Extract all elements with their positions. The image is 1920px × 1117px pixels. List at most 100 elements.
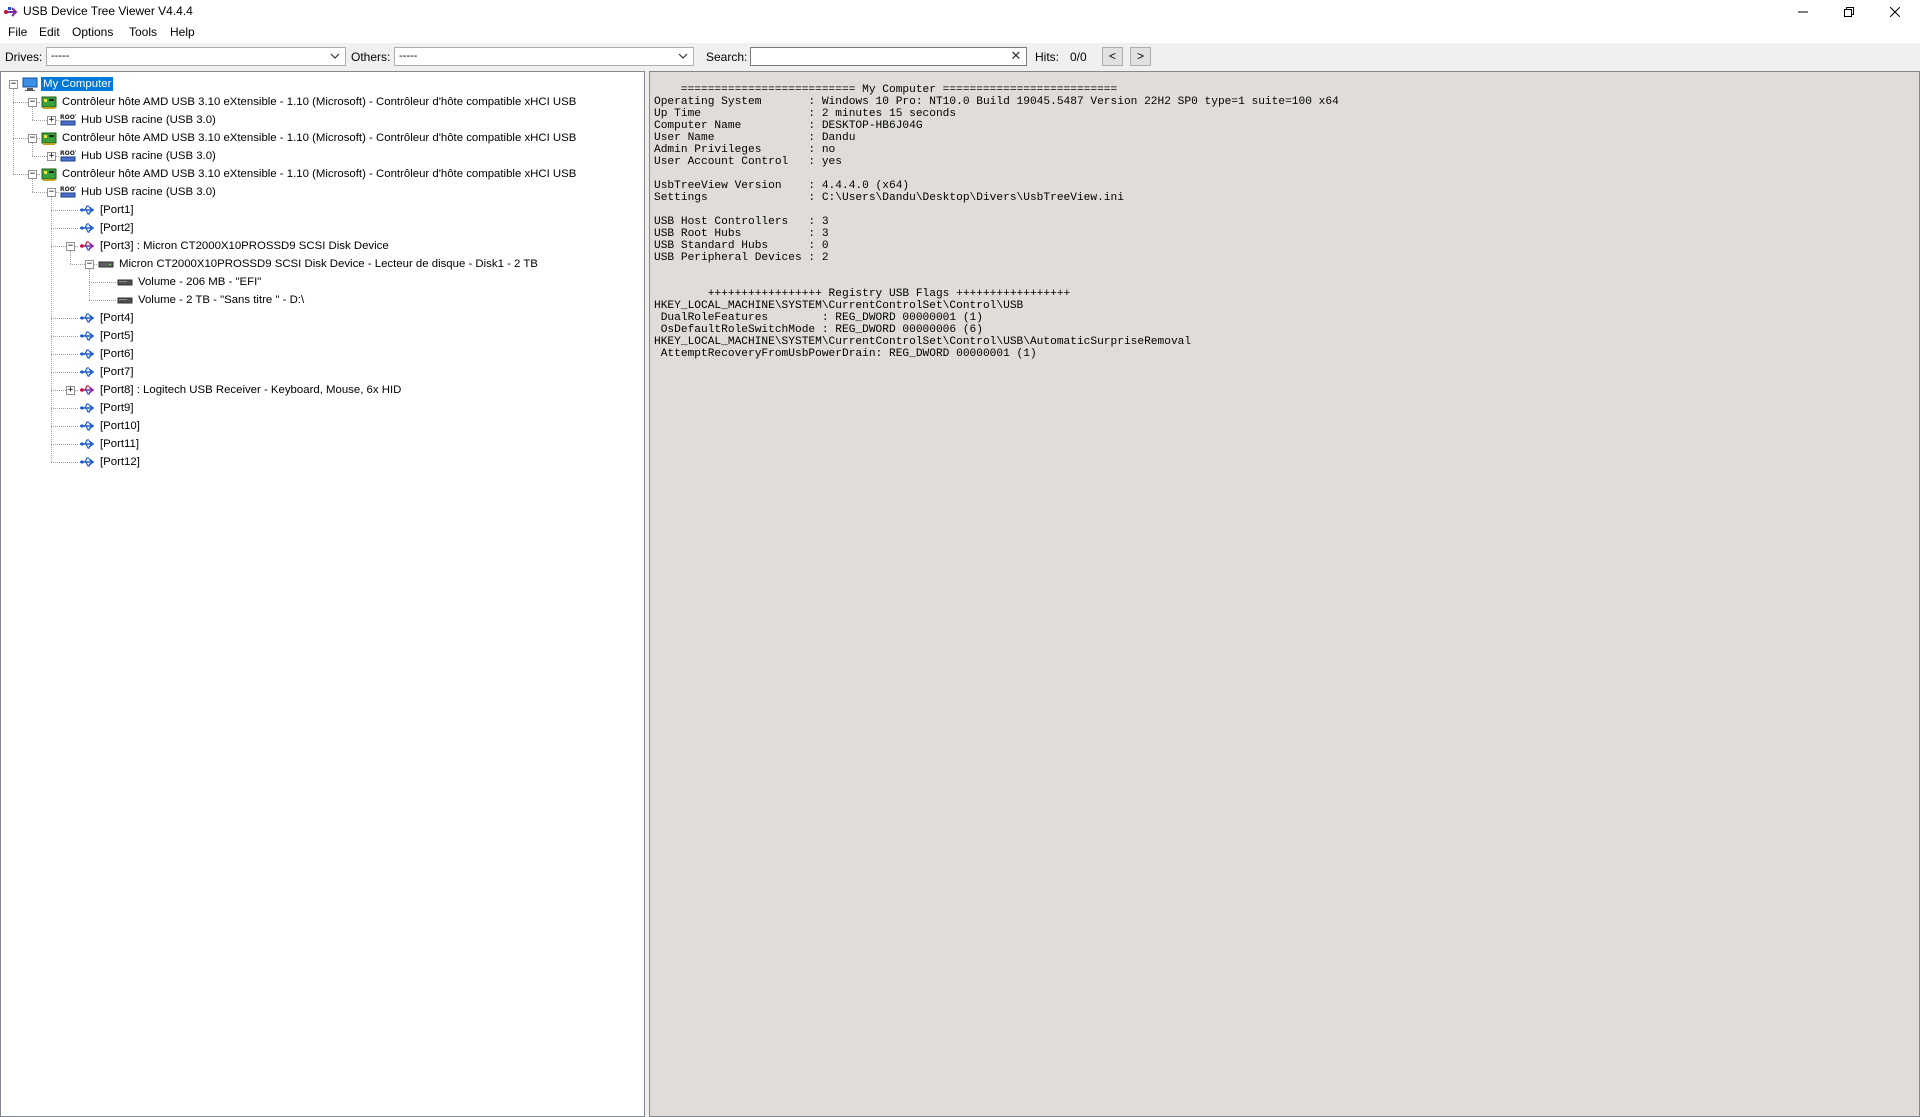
tree-node[interactable]: [Port12] — [79, 453, 142, 471]
menu-edit[interactable]: Edit — [39, 25, 60, 39]
tree-node[interactable]: [Port3] : Micron CT2000X10PROSSD9 SCSI D… — [79, 237, 391, 255]
tree-node-label: [Port6] — [100, 348, 134, 360]
window-title: USB Device Tree Viewer V4.4.4 — [23, 4, 193, 18]
drives-dropdown[interactable]: ----- — [46, 47, 346, 66]
tree-node-label: [Port7] — [100, 366, 134, 378]
tree-connector-line — [51, 192, 52, 462]
info-line: User Name : Dandu — [654, 132, 856, 144]
tree-node-label: Contrôleur hôte AMD USB 3.10 eXtensible … — [62, 168, 577, 180]
usb-port-icon — [80, 349, 95, 359]
usb-port-icon — [80, 367, 95, 377]
tree-node[interactable]: ROOT Hub USB racine (USB 3.0) — [60, 183, 218, 201]
menu-file[interactable]: File — [8, 25, 27, 39]
minimize-icon — [1798, 11, 1808, 12]
search-box[interactable]: ✕ — [750, 47, 1027, 66]
tree-node-label: Contrôleur hôte AMD USB 3.10 eXtensible … — [62, 132, 577, 144]
collapse-icon[interactable]: − — [28, 134, 37, 143]
expand-icon[interactable]: + — [47, 152, 56, 161]
hits-count: 0/0 — [1070, 50, 1087, 64]
info-line: OsDefaultRoleSwitchMode : REG_DWORD 0000… — [654, 324, 983, 336]
tree-node[interactable]: Contrôleur hôte AMD USB 3.10 eXtensible … — [41, 93, 578, 111]
tree-connector-line — [51, 408, 78, 409]
close-icon — [1890, 6, 1900, 17]
tree-node[interactable]: [Port7] — [79, 363, 136, 381]
tree-node[interactable]: ROOT Hub USB racine (USB 3.0) — [60, 147, 218, 165]
info-panel[interactable]: ========================== My Computer =… — [649, 71, 1920, 1117]
tree-node[interactable]: Micron CT2000X10PROSSD9 SCSI Disk Device… — [98, 255, 540, 273]
tree-node-label: [Port8] : Logitech USB Receiver - Keyboa… — [100, 384, 402, 396]
others-label: Others: — [351, 50, 391, 64]
tree-connector-line — [89, 300, 116, 301]
menu-tools[interactable]: Tools — [129, 25, 157, 39]
chevron-down-icon — [678, 53, 688, 59]
collapse-icon[interactable]: − — [47, 188, 56, 197]
tree-node[interactable]: Contrôleur hôte AMD USB 3.10 eXtensible … — [41, 129, 578, 147]
svg-text:ROOT: ROOT — [60, 186, 76, 193]
tree-node-label: [Port9] — [100, 402, 134, 414]
close-button[interactable] — [1872, 0, 1918, 23]
usb-port-icon — [80, 223, 95, 233]
tree-connector-line — [89, 282, 116, 283]
clear-search-icon[interactable]: ✕ — [1009, 49, 1023, 63]
tree-node[interactable]: My Computer — [22, 75, 114, 93]
root-hub-icon: ROOT — [60, 150, 76, 162]
svg-text:ROOT: ROOT — [60, 150, 76, 157]
tree-node[interactable]: [Port4] — [79, 309, 136, 327]
info-line: Admin Privileges : no — [654, 144, 836, 156]
tree-node[interactable]: [Port10] — [79, 417, 142, 435]
info-line: Up Time : 2 minutes 15 seconds — [654, 108, 957, 120]
minimize-button[interactable] — [1780, 0, 1826, 23]
others-value: ----- — [399, 50, 418, 62]
tree-node[interactable]: Contrôleur hôte AMD USB 3.10 eXtensible … — [41, 165, 578, 183]
host-controller-icon — [41, 168, 57, 181]
tree-node[interactable]: [Port1] — [79, 201, 136, 219]
app-icon — [4, 7, 18, 17]
previous-hit-button[interactable]: < — [1102, 47, 1123, 66]
collapse-icon[interactable]: − — [66, 242, 75, 251]
root-hub-icon: ROOT — [60, 186, 76, 198]
usb-device-icon — [80, 385, 95, 395]
menu-bar: File Edit Options Tools Help — [0, 23, 1920, 43]
info-line: Operating System : Windows 10 Pro: NT10.… — [654, 96, 1339, 108]
others-dropdown[interactable]: ----- — [394, 47, 694, 66]
tree-node-label: [Port1] — [100, 204, 134, 216]
usb-port-icon — [80, 331, 95, 341]
menu-options[interactable]: Options — [72, 25, 113, 39]
device-tree[interactable]: − My Computer − Contrôleur hôte AMD USB 3.1… — [0, 71, 645, 1117]
search-label: Search: — [706, 50, 748, 64]
collapse-icon[interactable]: − — [28, 98, 37, 107]
info-line: HKEY_LOCAL_MACHINE\SYSTEM\CurrentControl… — [654, 300, 1024, 312]
collapse-icon[interactable]: − — [28, 170, 37, 179]
info-line: HKEY_LOCAL_MACHINE\SYSTEM\CurrentControl… — [654, 336, 1192, 348]
expand-icon[interactable]: + — [47, 116, 56, 125]
tree-node-label: Hub USB racine (USB 3.0) — [81, 150, 216, 162]
usb-port-icon — [80, 439, 95, 449]
search-input[interactable] — [753, 49, 1003, 64]
tree-node-label: Volume - 206 MB - "EFI" — [138, 276, 262, 288]
next-hit-button[interactable]: > — [1130, 47, 1151, 66]
svg-text:ROOT: ROOT — [60, 114, 76, 121]
tree-node[interactable]: [Port9] — [79, 399, 136, 417]
tree-node[interactable]: [Port11] — [79, 435, 141, 453]
tree-node[interactable]: [Port6] — [79, 345, 136, 363]
tree-connector-line — [51, 354, 78, 355]
collapse-icon[interactable]: − — [9, 80, 18, 89]
chevron-down-icon — [330, 53, 340, 59]
tree-node[interactable]: ROOT Hub USB racine (USB 3.0) — [60, 111, 218, 129]
info-line: Settings : C:\Users\Dandu\Desktop\Divers… — [654, 192, 1124, 204]
title-bar: USB Device Tree Viewer V4.4.4 — [0, 0, 1920, 23]
tree-node-label: Volume - 2 TB - "Sans titre " - D:\ — [138, 294, 305, 306]
collapse-icon[interactable]: − — [85, 260, 94, 269]
restore-button[interactable] — [1826, 0, 1872, 23]
info-line: DualRoleFeatures : REG_DWORD 00000001 (1… — [654, 312, 983, 324]
tree-node[interactable]: [Port5] — [79, 327, 136, 345]
tree-connector-line — [51, 318, 78, 319]
menu-help[interactable]: Help — [170, 25, 195, 39]
info-line: User Account Control : yes — [654, 156, 842, 168]
info-line: AttemptRecoveryFromUsbPowerDrain: REG_DW… — [654, 348, 1037, 360]
tree-node[interactable]: [Port2] — [79, 219, 136, 237]
tree-node[interactable]: [Port8] : Logitech USB Receiver - Keyboa… — [79, 381, 403, 399]
expand-icon[interactable]: + — [66, 386, 75, 395]
tree-node[interactable]: Volume - 2 TB - "Sans titre " - D:\ — [117, 291, 306, 309]
tree-node[interactable]: Volume - 206 MB - "EFI" — [117, 273, 263, 291]
